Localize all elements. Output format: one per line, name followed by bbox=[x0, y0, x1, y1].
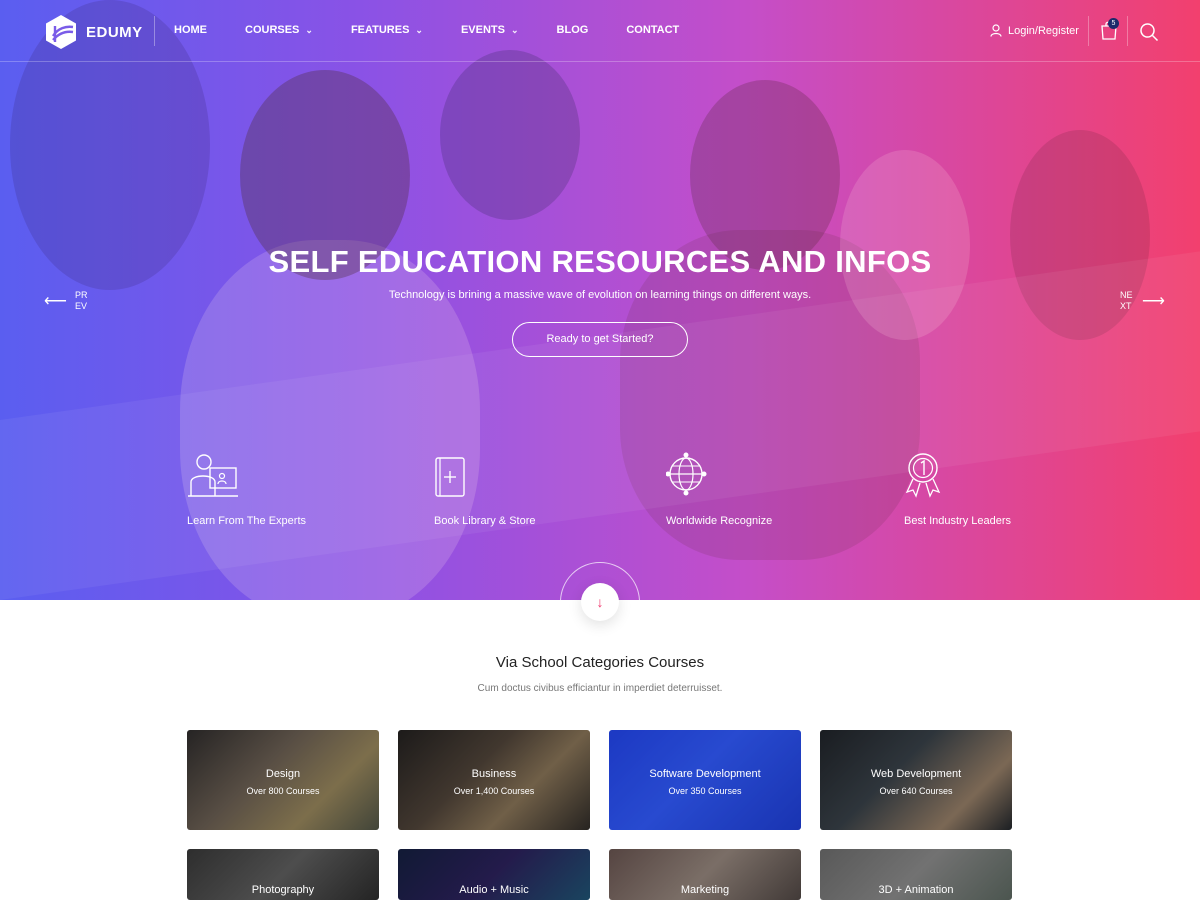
logo-icon bbox=[46, 15, 76, 49]
category-card-marketing[interactable]: Marketing bbox=[609, 849, 801, 900]
feature-item: Book Library & Store bbox=[434, 452, 536, 527]
get-started-button[interactable]: Ready to get Started? bbox=[512, 322, 688, 357]
login-register-link[interactable]: Login/Register bbox=[990, 24, 1079, 37]
login-label: Login/Register bbox=[1008, 24, 1079, 37]
hero-title: SELF EDUCATION RESOURCES AND INFOS bbox=[268, 244, 932, 279]
category-name: Web Development bbox=[870, 768, 962, 780]
card-overlay bbox=[187, 730, 379, 830]
book-icon bbox=[435, 457, 465, 497]
category-count: Over 350 Courses bbox=[668, 786, 742, 796]
category-card-photography[interactable]: Photography bbox=[187, 849, 379, 900]
globe-icon bbox=[665, 452, 707, 496]
category-card-audio-music[interactable]: Audio + Music bbox=[398, 849, 590, 900]
category-name: 3D + Animation bbox=[878, 884, 954, 896]
feature-item: Learn From The Experts bbox=[187, 452, 306, 527]
nav-features[interactable]: FEATURES ⌄ bbox=[351, 24, 423, 36]
main-nav: HOME COURSES ⌄ FEATURES ⌄ EVENTS ⌄ BLOG CON… bbox=[174, 24, 717, 36]
nav-blog[interactable]: BLOG bbox=[557, 24, 589, 36]
chevron-down-icon: ⌄ bbox=[510, 24, 519, 35]
category-name: Audio + Music bbox=[459, 884, 529, 896]
header-divider bbox=[154, 16, 155, 46]
card-overlay bbox=[398, 730, 590, 830]
nav-events-label: EVENTS bbox=[460, 24, 505, 36]
header-divider bbox=[1088, 16, 1089, 46]
chevron-down-icon: ⌄ bbox=[415, 24, 423, 35]
arrow-down-icon: ↓ bbox=[596, 594, 604, 610]
card-overlay bbox=[820, 730, 1012, 830]
categories-title: Via School Categories Courses bbox=[495, 654, 705, 671]
category-count: Over 800 Courses bbox=[246, 786, 320, 796]
category-name: Design bbox=[265, 768, 301, 780]
search-icon[interactable] bbox=[1139, 22, 1159, 42]
header-divider bbox=[1127, 16, 1128, 46]
teacher-icon bbox=[188, 454, 238, 497]
category-card-3d-animation[interactable]: 3D + Animation bbox=[820, 849, 1012, 900]
category-count: Over 1,400 Courses bbox=[453, 786, 535, 796]
categories-subtitle: Cum doctus civibus efficiantur in imperd… bbox=[477, 683, 723, 694]
category-card-web-development[interactable]: Web Development Over 640 Courses bbox=[820, 730, 1012, 830]
nav-home-label: HOME bbox=[174, 24, 207, 36]
nav-contact[interactable]: CONTACT bbox=[626, 24, 679, 36]
nav-blog-label: BLOG bbox=[556, 24, 589, 36]
category-card-design[interactable]: Design Over 800 Courses bbox=[187, 730, 379, 830]
feature-item: Best Industry Leaders bbox=[904, 452, 1011, 527]
feature-label: Book Library & Store bbox=[434, 515, 536, 527]
nav-contact-label: CONTACT bbox=[626, 24, 680, 36]
scroll-down-button[interactable]: ↓ bbox=[581, 583, 619, 621]
card-overlay bbox=[609, 730, 801, 830]
nav-features-label: FEATURES bbox=[350, 24, 410, 36]
logo-text: EDUMY bbox=[86, 23, 143, 41]
category-name: Software Development bbox=[649, 768, 761, 780]
category-name: Business bbox=[471, 768, 517, 780]
category-name: Marketing bbox=[680, 884, 730, 896]
hero-subtitle: Technology is brining a massive wave of … bbox=[388, 289, 812, 301]
site-logo[interactable]: EDUMY bbox=[44, 14, 143, 50]
feature-label: Best Industry Leaders bbox=[904, 515, 1012, 527]
category-count: Over 640 Courses bbox=[879, 786, 953, 796]
category-name: Photography bbox=[251, 884, 315, 896]
nav-home[interactable]: HOME bbox=[174, 24, 207, 36]
award-icon bbox=[905, 453, 941, 498]
category-card-business[interactable]: Business Over 1,400 Courses bbox=[398, 730, 590, 830]
feature-label: Learn From The Experts bbox=[187, 515, 307, 527]
nav-courses[interactable]: COURSES ⌄ bbox=[245, 24, 313, 36]
category-card-software-development[interactable]: Software Development Over 350 Courses bbox=[609, 730, 801, 830]
top-navigation-bar: EDUMY HOME COURSES ⌄ FEATURES ⌄ EVENTS ⌄ BL… bbox=[0, 0, 1200, 62]
user-icon bbox=[990, 24, 1002, 37]
nav-events[interactable]: EVENTS ⌄ bbox=[461, 24, 519, 36]
nav-courses-label: COURSES bbox=[245, 24, 300, 36]
hero-section: EDUMY HOME COURSES ⌄ FEATURES ⌄ EVENTS ⌄ BL… bbox=[0, 0, 1200, 600]
feature-label: Worldwide Recognize bbox=[666, 515, 773, 527]
chevron-down-icon: ⌄ bbox=[305, 24, 313, 35]
feature-item: Worldwide Recognize bbox=[665, 452, 773, 527]
cart-count-badge: 5 bbox=[1108, 18, 1119, 29]
